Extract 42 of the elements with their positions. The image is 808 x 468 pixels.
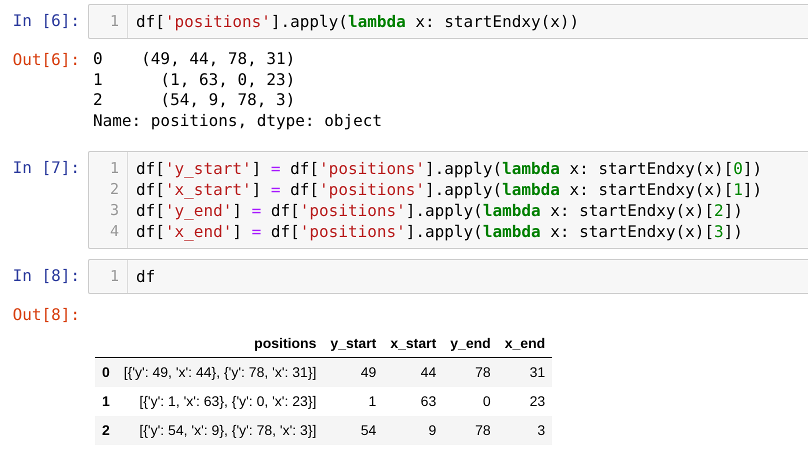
row-index: 0 — [95, 358, 117, 387]
table-cell: [{'y': 1, 'x': 63}, {'y': 0, 'x': 23}] — [116, 387, 324, 416]
code-input-area[interactable] — [88, 151, 808, 249]
input-prompt: In [6]: — [12, 10, 81, 31]
output-line: 2 (54, 9, 78, 3) — [93, 90, 296, 110]
table-cell: 49 — [323, 358, 384, 387]
table-cell: 9 — [383, 416, 444, 445]
line-number: 1 — [108, 266, 120, 287]
table-cell: 54 — [323, 416, 384, 445]
table-cell: 78 — [443, 416, 498, 445]
code-line: df['x_end'] = df['positions'].apply(lambda x: startEndxy(x)[3]) — [136, 221, 744, 242]
table-cell: 1 — [323, 387, 384, 416]
table-cell: 63 — [383, 387, 444, 416]
output-prompt: Out[8]: — [12, 304, 81, 325]
table-cell: 78 — [443, 358, 498, 387]
output-prompt: Out[6]: — [12, 49, 81, 70]
code-line: df['y_start'] = df['positions'].apply(lambda x: startEndxy(x)[0]) — [136, 158, 762, 179]
input-prompt: In [7]: — [12, 157, 81, 178]
table-cell: [{'y': 54, 'x': 9}, {'y': 78, 'x': 3}] — [116, 416, 324, 445]
table-cell: [{'y': 49, 'x': 44}, {'y': 78, 'x': 31}] — [116, 358, 324, 387]
row-index: 2 — [95, 416, 117, 445]
line-number: 1 — [108, 158, 120, 179]
table-cell: 44 — [383, 358, 444, 387]
line-number: 4 — [108, 221, 120, 242]
line-number: 2 — [108, 179, 120, 200]
code-line: df['positions'].apply(lambda x: startEndxy(x)) — [136, 11, 580, 32]
table-cell: 23 — [498, 387, 552, 416]
code-input-area[interactable]: 1 df['positions'].apply(lambda x: startEndxy(x)) — [88, 4, 808, 39]
line-number: 1 — [108, 11, 120, 32]
line-number: 3 — [108, 200, 120, 221]
table-cell: 0 — [443, 387, 498, 416]
input-prompt: In [8]: — [12, 265, 81, 286]
code-line: df — [136, 266, 156, 287]
table-cell: 31 — [498, 358, 552, 387]
row-index: 1 — [95, 387, 117, 416]
code-input-area[interactable]: 1 df — [88, 259, 808, 294]
output-line: 0 (49, 44, 78, 31) — [93, 49, 296, 70]
code-line: df['y_end'] = df['positions'].apply(lambda x: startEndxy(x)[2]) — [136, 200, 744, 221]
output-line: Name: positions, dtype: object — [93, 110, 382, 131]
table-cell: 3 — [498, 416, 552, 445]
code-line: df['x_start'] = df['positions'].apply(lambda x: startEndxy(x)[1]) — [136, 179, 762, 200]
output-line: 1 (1, 63, 0, 23) — [93, 70, 296, 90]
